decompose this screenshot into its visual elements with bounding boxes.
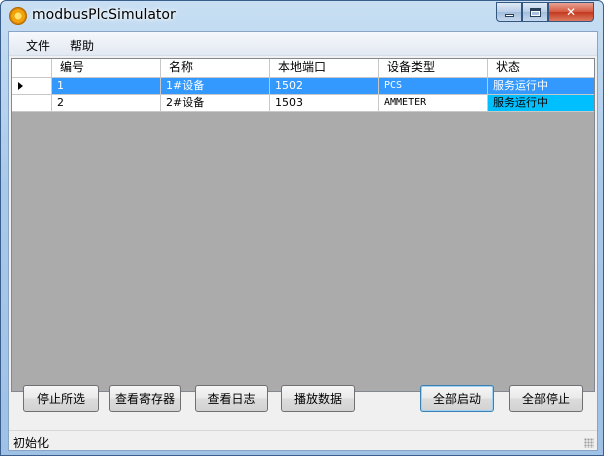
table-row[interactable]: 2 2#设备 1503 AMMETER 服务运行中 [12, 95, 594, 112]
status-text: 初始化 [13, 436, 50, 450]
column-header-id[interactable]: 编号 [52, 59, 161, 77]
cell-port[interactable]: 1503 [270, 95, 379, 111]
title-bar[interactable]: modbusPlcSimulator ✕ [1, 1, 603, 31]
header-corner[interactable] [12, 59, 52, 77]
column-header-status[interactable]: 状态 [488, 59, 594, 77]
maximize-button[interactable] [522, 2, 548, 22]
cell-type[interactable]: PCS [379, 78, 488, 94]
column-header-port[interactable]: 本地端口 [270, 59, 379, 77]
maximize-icon [529, 7, 541, 17]
stop-selected-button[interactable]: 停止所选 [23, 385, 99, 412]
menu-help[interactable]: 帮助 [66, 37, 98, 54]
column-header-type[interactable]: 设备类型 [379, 59, 488, 77]
menu-bar: 文件 帮助 [9, 32, 597, 56]
column-header-name[interactable]: 名称 [161, 59, 270, 77]
minimize-button[interactable] [496, 2, 522, 22]
row-header[interactable] [12, 95, 52, 111]
table-row[interactable]: 1 1#设备 1502 PCS 服务运行中 [12, 78, 594, 95]
cell-name[interactable]: 2#设备 [161, 95, 270, 111]
play-data-button[interactable]: 播放数据 [281, 385, 355, 412]
close-icon: ✕ [565, 5, 577, 19]
menu-file[interactable]: 文件 [22, 37, 54, 54]
row-header[interactable] [12, 78, 52, 94]
cell-id[interactable]: 1 [52, 78, 161, 94]
cell-status[interactable]: 服务运行中 [488, 78, 594, 94]
resize-grip-icon[interactable] [584, 438, 594, 448]
cell-type[interactable]: AMMETER [379, 95, 488, 111]
cell-port[interactable]: 1502 [270, 78, 379, 94]
device-grid[interactable]: 编号 名称 本地端口 设备类型 状态 1 1#设备 1502 PCS 服务运行中… [11, 58, 595, 392]
cell-status[interactable]: 服务运行中 [488, 95, 594, 111]
app-icon [9, 7, 27, 25]
view-registers-button[interactable]: 查看寄存器 [109, 385, 181, 412]
main-window: modbusPlcSimulator ✕ 文件 帮助 编号 名称 本地端口 设备… [0, 0, 604, 456]
close-button[interactable]: ✕ [548, 2, 594, 22]
stop-all-button[interactable]: 全部停止 [509, 385, 583, 412]
minimize-icon [504, 14, 514, 17]
status-bar: 初始化 [9, 430, 597, 450]
grid-header: 编号 名称 本地端口 设备类型 状态 [12, 59, 594, 78]
view-log-button[interactable]: 查看日志 [195, 385, 268, 412]
start-all-button[interactable]: 全部启动 [420, 385, 494, 412]
window-title: modbusPlcSimulator [32, 7, 176, 23]
cell-id[interactable]: 2 [52, 95, 161, 111]
cell-name[interactable]: 1#设备 [161, 78, 270, 94]
client-area: 文件 帮助 编号 名称 本地端口 设备类型 状态 1 1#设备 1502 PCS… [8, 31, 598, 451]
current-row-icon [18, 82, 23, 90]
